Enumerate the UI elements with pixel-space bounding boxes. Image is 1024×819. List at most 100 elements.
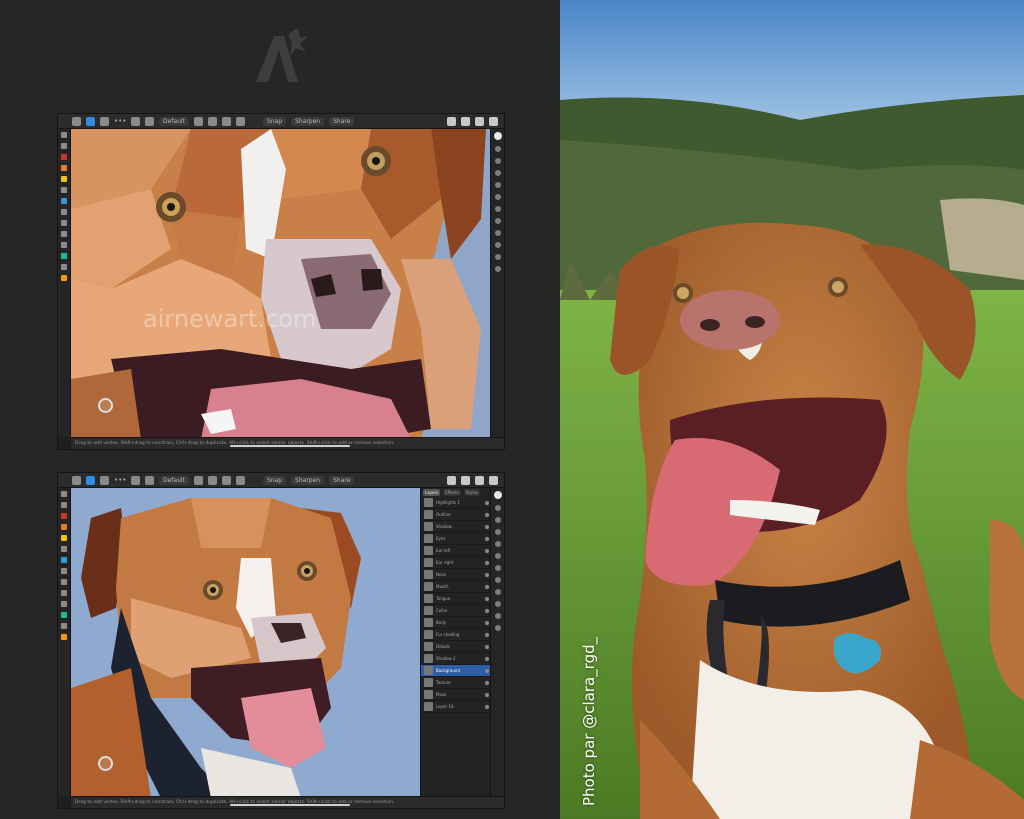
layer-row[interactable]: Outline: [421, 509, 492, 521]
transform-panel-icon[interactable]: [494, 242, 501, 248]
move-tool-icon[interactable]: [131, 475, 140, 485]
styles-icon[interactable]: [494, 577, 501, 583]
layers-icon[interactable]: [494, 158, 501, 164]
visibility-icon[interactable]: [485, 512, 489, 517]
shape-tool-icon[interactable]: [61, 568, 67, 574]
fill-tool-icon[interactable]: [61, 187, 67, 193]
view-icon[interactable]: [461, 476, 470, 485]
visibility-icon[interactable]: [485, 500, 489, 505]
help-icon[interactable]: [489, 476, 498, 485]
export-icon[interactable]: [475, 476, 484, 485]
transparency-tool-icon[interactable]: [61, 198, 67, 204]
layer-row[interactable]: Layer 18: [421, 701, 492, 713]
visibility-icon[interactable]: [485, 680, 489, 685]
history-icon[interactable]: [494, 613, 501, 619]
layer-row[interactable]: Mouth: [421, 581, 492, 593]
pen-tool-icon[interactable]: [145, 475, 154, 485]
zoom-tool-icon[interactable]: [61, 242, 67, 248]
pen-tool-icon[interactable]: [61, 154, 67, 160]
help-icon[interactable]: [489, 117, 498, 126]
visibility-icon[interactable]: [485, 560, 489, 565]
text-styles-icon[interactable]: [494, 589, 501, 595]
appearance-icon[interactable]: [494, 553, 501, 559]
eraser-tool-icon[interactable]: [61, 264, 67, 270]
layer-row[interactable]: Texture: [421, 677, 492, 689]
visibility-icon[interactable]: [485, 656, 489, 661]
snap-button[interactable]: Snap: [262, 116, 287, 126]
transform-icon[interactable]: [221, 475, 231, 485]
layer-row[interactable]: Ear left: [421, 545, 492, 557]
brushes-icon[interactable]: [494, 146, 501, 152]
knife-tool-icon[interactable]: [61, 634, 67, 640]
effects-icon[interactable]: [494, 565, 501, 571]
align-icon[interactable]: [193, 116, 203, 126]
visibility-icon[interactable]: [485, 644, 489, 649]
pencil-tool-icon[interactable]: [61, 524, 67, 530]
visibility-icon[interactable]: [485, 704, 489, 709]
visibility-icon[interactable]: [485, 620, 489, 625]
sharpen-button[interactable]: Sharpen: [291, 116, 325, 126]
export-icon[interactable]: [475, 117, 484, 126]
pointer-tool-icon[interactable]: [61, 132, 67, 138]
persona-selector[interactable]: Default: [159, 116, 189, 126]
layer-row[interactable]: Details: [421, 641, 492, 653]
shape-tool-icon[interactable]: [61, 209, 67, 215]
menu-icon[interactable]: [72, 116, 81, 126]
visibility-icon[interactable]: [485, 584, 489, 589]
layers-tab[interactable]: Styles: [463, 489, 480, 496]
boolean-icon[interactable]: [235, 116, 245, 126]
share-button[interactable]: Share: [329, 116, 355, 126]
layer-row[interactable]: Shadow 2: [421, 653, 492, 665]
history-icon[interactable]: [494, 254, 501, 260]
node-tool-icon[interactable]: [61, 502, 67, 508]
visibility-icon[interactable]: [485, 632, 489, 637]
swatches-icon[interactable]: [494, 541, 501, 547]
canvas[interactable]: [71, 488, 420, 796]
share-button[interactable]: Share: [329, 475, 355, 485]
app-icon[interactable]: [86, 116, 95, 126]
layer-row[interactable]: Shadow: [421, 521, 492, 533]
swatches-icon[interactable]: [494, 182, 501, 188]
navigator-icon[interactable]: [494, 625, 501, 631]
visibility-icon[interactable]: [485, 548, 489, 553]
visibility-icon[interactable]: [485, 608, 489, 613]
color-picker-icon[interactable]: [61, 612, 67, 618]
persona-selector[interactable]: Default: [159, 475, 189, 485]
brush-tool-icon[interactable]: [61, 535, 67, 541]
text-tool-icon[interactable]: [61, 579, 67, 585]
layer-row[interactable]: Ear right: [421, 557, 492, 569]
effects-icon[interactable]: [494, 206, 501, 212]
transparency-tool-icon[interactable]: [61, 557, 67, 563]
visibility-icon[interactable]: [485, 668, 489, 673]
styles-icon[interactable]: [494, 218, 501, 224]
visibility-icon[interactable]: [485, 596, 489, 601]
zoom-icon[interactable]: [447, 476, 456, 485]
move-tool-icon[interactable]: [131, 116, 140, 126]
more-icon[interactable]: •••: [114, 117, 126, 126]
layers-tab[interactable]: Effects: [443, 489, 461, 496]
layer-row[interactable]: Collar: [421, 605, 492, 617]
layer-row[interactable]: Eyes: [421, 533, 492, 545]
arrange-icon[interactable]: [207, 116, 217, 126]
view-icon[interactable]: [461, 117, 470, 126]
appearance-icon[interactable]: [494, 194, 501, 200]
layer-row[interactable]: Tongue: [421, 593, 492, 605]
color-wheel-icon[interactable]: [493, 491, 502, 499]
sharpen-button[interactable]: Sharpen: [291, 475, 325, 485]
crop-tool-icon[interactable]: [61, 590, 67, 596]
transform-icon[interactable]: [221, 116, 231, 126]
navigator-icon[interactable]: [494, 266, 501, 272]
color-picker-icon[interactable]: [61, 253, 67, 259]
visibility-icon[interactable]: [485, 524, 489, 529]
arrange-icon[interactable]: [207, 475, 217, 485]
color-wheel-icon[interactable]: [493, 132, 502, 140]
layer-row[interactable]: Background: [421, 665, 492, 677]
visibility-icon[interactable]: [485, 536, 489, 541]
pressure-control[interactable]: [98, 398, 113, 413]
brush-tool-icon[interactable]: [61, 176, 67, 182]
menu-icon[interactable]: [72, 475, 81, 485]
canvas[interactable]: airnewart.com: [71, 129, 490, 437]
app-icon[interactable]: [86, 475, 95, 485]
transform-panel-icon[interactable]: [494, 601, 501, 607]
document-icon[interactable]: [100, 116, 109, 126]
